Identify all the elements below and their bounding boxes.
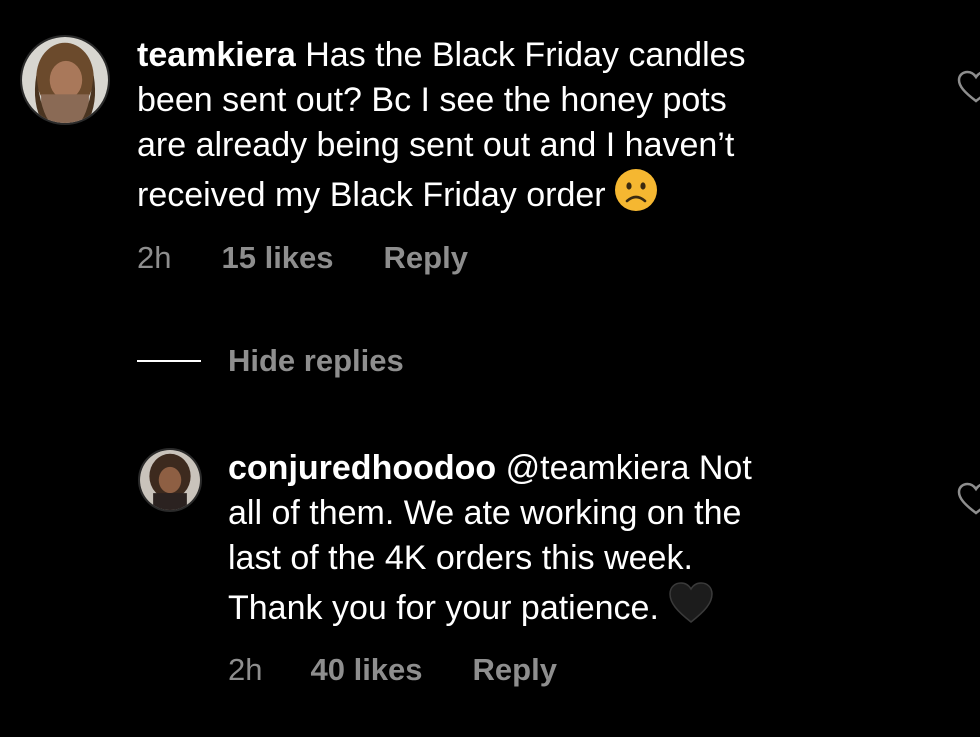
reply-meta: 2h 40 likes Reply	[228, 652, 557, 688]
comment-likes[interactable]: 15 likes	[221, 240, 333, 276]
avatar-teamkiera-image	[22, 37, 108, 123]
reply-username[interactable]: conjuredhoodoo	[228, 449, 496, 487]
like-heart-icon[interactable]	[956, 70, 980, 104]
comment-meta: 2h 15 likes Reply	[137, 240, 468, 276]
comment-text: teamkiera Has the Black Friday candles b…	[137, 33, 877, 224]
hide-replies-button[interactable]: Hide replies	[228, 343, 404, 379]
avatar-teamkiera[interactable]	[20, 35, 110, 125]
reply-time: 2h	[228, 652, 263, 687]
avatar-conjuredhoodoo-image	[140, 450, 200, 510]
comment-time: 2h	[137, 240, 172, 275]
replies-divider-line	[137, 360, 201, 362]
reply-likes[interactable]: 40 likes	[310, 652, 422, 688]
frowning-face-icon	[614, 168, 658, 224]
hide-replies-row[interactable]: Hide replies	[137, 343, 404, 379]
like-heart-icon[interactable]	[956, 482, 980, 516]
black-heart-icon	[667, 581, 715, 637]
reply-text: conjuredhoodoo @teamkiera Not all of the…	[228, 446, 878, 637]
reply-reply-button[interactable]: Reply	[473, 652, 557, 688]
avatar-conjuredhoodoo[interactable]	[138, 448, 202, 512]
comment-username[interactable]: teamkiera	[137, 36, 296, 74]
comment-reply-button[interactable]: Reply	[384, 240, 468, 276]
